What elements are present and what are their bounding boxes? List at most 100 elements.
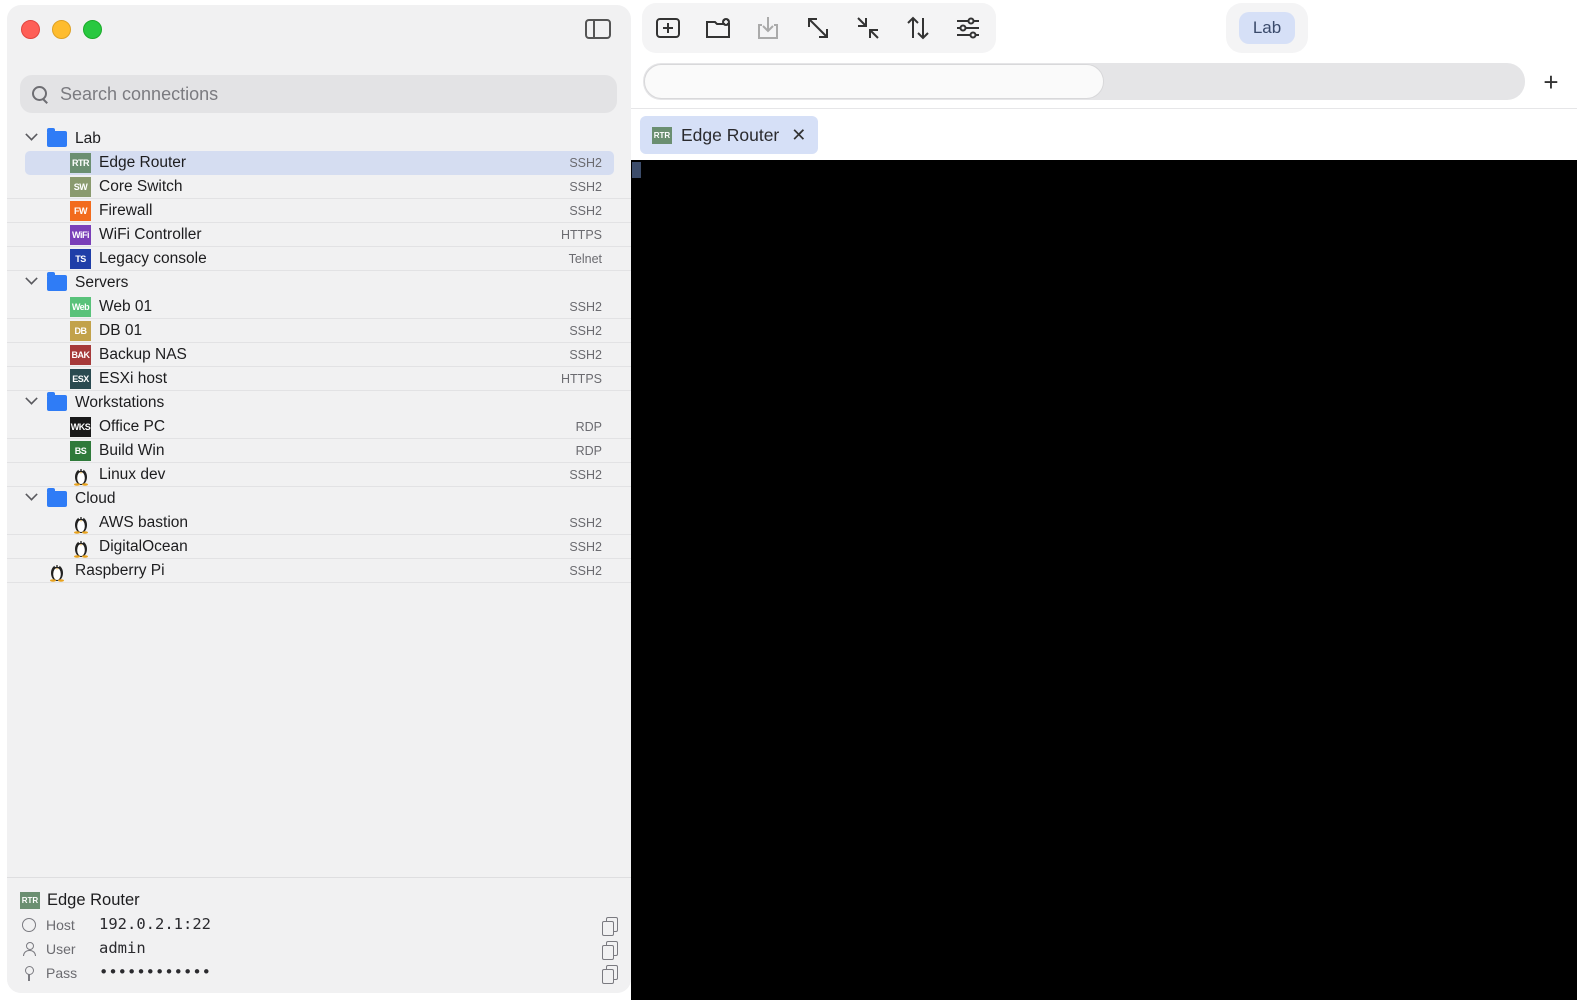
window-controls [21,20,102,39]
protocol-label: RDP [575,444,602,458]
connection-linux-dev[interactable]: Linux dev SSH2 [7,463,631,487]
web-icon: Web [70,297,91,317]
expand-icon[interactable] [804,14,832,42]
collapse-icon[interactable] [854,14,882,42]
connection-label: DigitalOcean [99,538,188,555]
connection-wifi-controller[interactable]: WiFi WiFi Controller HTTPS [7,223,631,247]
user-row: User admin [20,939,620,961]
router-icon: RTR [652,126,672,144]
search-bar[interactable] [20,75,617,113]
close-window-button[interactable] [21,20,40,39]
folder-lab[interactable]: Lab [7,127,631,151]
new-session-icon[interactable] [654,14,682,42]
workspace-pill[interactable]: Lab [1226,3,1308,53]
protocol-label: SSH2 [569,204,602,218]
protocol-label: HTTPS [561,228,602,242]
copy-pass-icon[interactable] [602,965,618,984]
close-tab-icon[interactable]: ✕ [791,125,806,146]
terminal-view[interactable] [631,160,1577,1000]
connection-details: RTR Edge Router Host 192.0.2.1:22 User a… [7,877,631,993]
esx-icon: ESX [70,369,91,389]
chevron-down-icon[interactable] [25,392,38,405]
chevron-down-icon[interactable] [25,272,38,285]
connection-label: Firewall [99,202,153,219]
linux-icon [70,513,91,534]
sidebar: LabRTREdge RouterSSH2SWCore SwitchSSH2FW… [7,5,631,993]
protocol-label: RDP [575,420,602,434]
globe-icon [22,918,36,932]
folder-icon [47,272,67,291]
protocol-label: SSH2 [569,516,602,530]
new-folder-icon[interactable] [704,14,732,42]
protocol-label: SSH2 [569,468,602,482]
bs-icon: BS [70,441,91,461]
zoom-window-button[interactable] [83,20,102,39]
protocol-label: SSH2 [569,348,602,362]
tab-edge-router[interactable]: RTR Edge Router ✕ [640,116,819,154]
copy-host-icon[interactable] [602,917,618,936]
import-icon[interactable] [754,14,782,42]
protocol-label: HTTPS [561,372,602,386]
connection-core-switch[interactable]: SW Core Switch SSH2 [7,175,631,199]
connection-label: ESXi host [99,370,168,387]
host-row: Host 192.0.2.1:22 [20,915,620,937]
linux-icon [46,561,67,582]
workspace-label[interactable]: Lab [1238,12,1296,44]
protocol-label: SSH2 [569,540,602,554]
sw-icon: SW [70,177,91,197]
wifi-icon: WiFi [70,225,91,245]
folder-icon [47,488,67,507]
chevron-down-icon[interactable] [25,488,38,501]
copy-user-icon[interactable] [602,941,618,960]
connection-firewall[interactable]: FW Firewall SSH2 [7,199,631,223]
connection-legacy-console[interactable]: TS Legacy console Telnet [7,247,631,271]
tab-strip: RTR Edge Router ✕ [631,108,1577,160]
connection-edge-router[interactable]: RTR Edge Router SSH2 [25,151,614,175]
connection-label: Edge Router [99,154,187,171]
linux-icon [70,537,91,558]
connection-raspberry-pi[interactable]: Raspberry Pi SSH2 [7,559,631,583]
minimize-window-button[interactable] [52,20,71,39]
db-icon: DB [70,321,91,341]
search-icon [32,85,49,103]
protocol-label: SSH2 [569,300,602,314]
protocol-label: SSH2 [569,180,602,194]
chevron-down-icon[interactable] [25,128,38,141]
connection-digitalocean[interactable]: DigitalOcean SSH2 [7,535,631,559]
search-input[interactable] [60,83,580,105]
address-field[interactable] [644,64,1104,99]
protocol-label: SSH2 [569,564,602,578]
connection-label: Build Win [99,442,165,459]
sort-icon[interactable] [904,14,932,42]
folder-label: Workstations [75,394,165,411]
connection-db-01[interactable]: DB DB 01 SSH2 [7,319,631,343]
add-tab-button[interactable]: + [1532,63,1570,101]
protocol-label: SSH2 [569,324,602,338]
linux-icon [70,465,91,486]
connection-label: Backup NAS [99,346,187,363]
connection-tree: Lab RTR Edge Router SSH2 SW Core Switch SSH2 FW… [7,127,631,583]
connection-label: Raspberry Pi [75,562,165,579]
settings-icon[interactable] [954,14,982,42]
connection-build-win[interactable]: BS Build Win RDP [7,439,631,463]
connection-web-01[interactable]: Web Web 01 SSH2 [7,295,631,319]
protocol-label: SSH2 [569,156,602,170]
rtr-icon: RTR [70,153,91,173]
folder-servers[interactable]: Servers [7,271,631,295]
connection-aws-bastion[interactable]: AWS bastion SSH2 [7,511,631,535]
user-label: User [46,941,76,957]
details-title: RTR Edge Router [20,891,140,910]
sidebar-toggle-icon[interactable] [585,19,611,39]
host-label: Host [46,917,75,933]
fw-icon: FW [70,201,91,221]
folder-workstations[interactable]: Workstations [7,391,631,415]
connection-office-pc[interactable]: WKS Office PC RDP [7,415,631,439]
connection-label: WiFi Controller [99,226,202,243]
folder-cloud[interactable]: Cloud [7,487,631,511]
wks-icon: WKS [70,417,91,437]
connection-esxi-host[interactable]: ESX ESXi host HTTPS [7,367,631,391]
connection-label: AWS bastion [99,514,189,531]
connection-backup-nas[interactable]: BAK Backup NAS SSH2 [7,343,631,367]
connection-label: Legacy console [99,250,207,267]
address-bar[interactable] [643,63,1525,100]
